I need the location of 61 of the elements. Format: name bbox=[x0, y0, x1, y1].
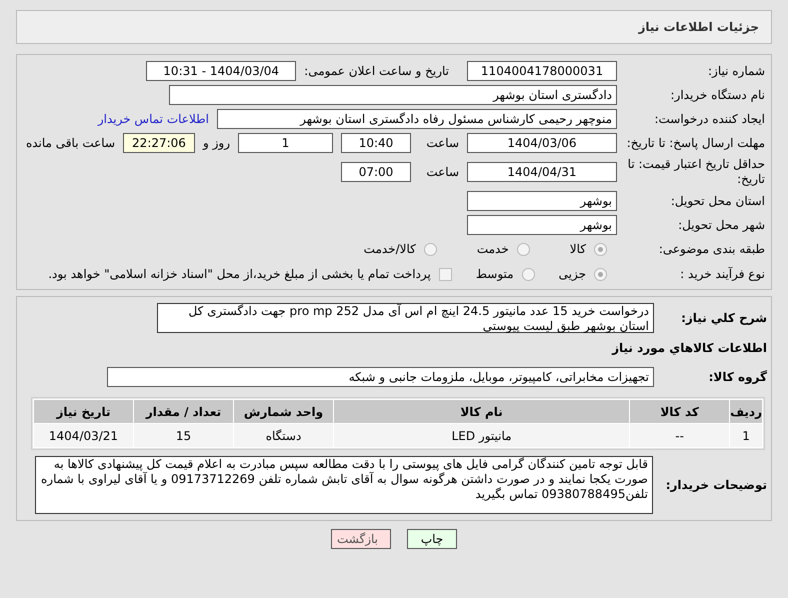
field-label: استان محل تحویل: bbox=[670, 194, 765, 208]
radio-button[interactable] bbox=[594, 242, 607, 256]
field-label: روز و bbox=[203, 135, 230, 152]
field-label: ساعت bbox=[425, 135, 459, 152]
field-label: مهلت ارسال پاسخ: تا تاریخ: bbox=[626, 136, 765, 150]
value-field: 1404/03/06 bbox=[467, 133, 617, 153]
print-button[interactable]: چاپ bbox=[407, 529, 457, 549]
value-field: 10:40 bbox=[341, 133, 411, 153]
field-label: حداقل تاریخ اعتبار قیمت: تا تاریخ: bbox=[626, 157, 765, 187]
notes-textarea[interactable]: قابل توجه تامین کنندگان گرامی فایل های پیوستی را با دقت مطالعه سپس مبادرت به اعلام قیمت کل پیشنهادی کالاها به صورت یکجا نمایند و در صورت داشتن هرگونه سوال به آقای تابش شماره تلفن 09173712269 و یا آقای لیراوی با شماره تلفن09380788495 تماس بگیرید bbox=[35, 456, 653, 514]
back-button[interactable]: بازگشت bbox=[331, 529, 391, 549]
value-field: 1404/03/04 - 10:31 bbox=[146, 61, 296, 81]
table-cell: 1 bbox=[730, 424, 762, 448]
checkbox-label: پرداخت تمام یا بخشی از مبلغ خرید،از محل "اسناد خزانه اسلامی" خواهد بود. bbox=[48, 266, 431, 283]
radio-label: خدمت bbox=[476, 241, 509, 258]
field-label: ساعت bbox=[425, 164, 459, 181]
table-cell: دستگاه bbox=[234, 424, 334, 448]
field-label: نوع فرآیند خرید : bbox=[679, 266, 765, 282]
column-header: تعداد / مقدار bbox=[134, 400, 234, 424]
radio-button[interactable] bbox=[424, 242, 437, 256]
value-field: 1 bbox=[238, 133, 333, 153]
column-header: کد کالا bbox=[630, 400, 730, 424]
radio-label: جزیی bbox=[558, 266, 586, 283]
value-field: 1404/04/31 bbox=[467, 162, 617, 182]
value-field: دادگستری استان بوشهر bbox=[169, 85, 617, 105]
description-textarea[interactable]: درخواست خرید 15 عدد مانیتور 24.5 اینچ ام اس آی مدل pro mp 252 جهت دادگستری کل استان بوشهر طبق لیست پیوستی bbox=[157, 303, 654, 333]
value-field: 1104004178000031 bbox=[467, 61, 617, 81]
value-field: 22:27:06 bbox=[123, 133, 195, 153]
table-cell: 1404/03/21 bbox=[34, 424, 134, 448]
value-field: 07:00 bbox=[341, 162, 411, 182]
field-label: نام دستگاه خریدار: bbox=[670, 88, 765, 102]
column-header: واحد شمارش bbox=[234, 400, 334, 424]
column-header: نام کالا bbox=[334, 400, 630, 424]
field-label: گروه کالا: bbox=[708, 369, 767, 386]
field-label: توضیحات خریدار: bbox=[664, 477, 767, 494]
field-label: ساعت باقی مانده bbox=[26, 135, 115, 152]
value-field: تجهیزات مخابراتی، کامپیوتر، موبایل، ملزومات جانبی و شبکه bbox=[107, 367, 654, 387]
checkbox[interactable] bbox=[438, 268, 452, 280]
column-header: ردیف bbox=[730, 400, 762, 424]
contact-link[interactable]: اطلاعات تماس خریدار bbox=[98, 110, 209, 128]
radio-button[interactable] bbox=[516, 242, 530, 256]
section-heading: اطلاعات کالاهاي مورد نياز bbox=[612, 340, 767, 357]
value-field: بوشهر bbox=[467, 215, 617, 235]
field-label: شهر محل تحویل: bbox=[677, 218, 765, 232]
table-cell: 15 bbox=[134, 424, 234, 448]
column-header: تاریخ نیاز bbox=[34, 400, 134, 424]
radio-label: کالا bbox=[570, 241, 586, 258]
table-cell: -- bbox=[630, 424, 730, 448]
field-label: تاریخ و ساعت اعلان عمومی: bbox=[304, 63, 449, 80]
field-label: طبقه بندی موضوعی: bbox=[658, 242, 765, 256]
radio-label: متوسط bbox=[476, 266, 514, 283]
page-title: جزئیات اطلاعات نیاز bbox=[638, 19, 759, 36]
radio-button[interactable] bbox=[522, 268, 535, 280]
field-label: شرح کلي نياز: bbox=[680, 310, 767, 327]
value-field: منوچهر رحیمی کارشناس مسئول رفاه دادگستری استان بوشهر bbox=[217, 109, 617, 129]
value-field: بوشهر bbox=[467, 191, 617, 211]
table-cell: مانیتور LED bbox=[334, 424, 630, 448]
radio-button[interactable] bbox=[594, 268, 607, 280]
field-label: ایجاد کننده درخواست: bbox=[653, 112, 765, 126]
radio-label: کالا/خدمت bbox=[364, 241, 416, 258]
field-label: شماره نیاز: bbox=[707, 64, 765, 78]
